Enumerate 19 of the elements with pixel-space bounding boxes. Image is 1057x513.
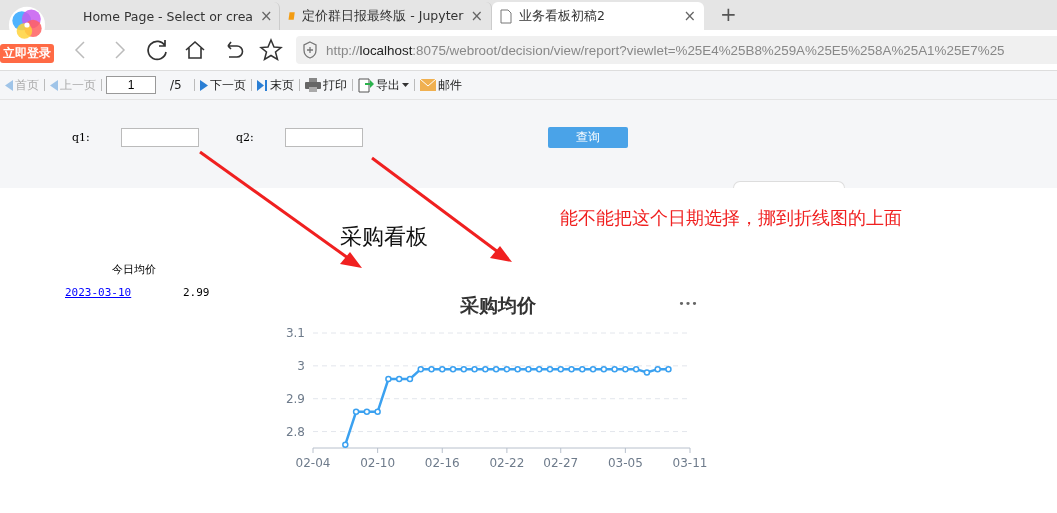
table-header: 今日均价 <box>111 262 157 277</box>
y-tick-label: 3.1 <box>285 326 305 340</box>
y-tick-label: 2.8 <box>285 424 305 439</box>
y-tick-label: 3 <box>297 358 305 373</box>
annotation-note: 能不能把这个日期选择，挪到折线图的上面 <box>560 206 902 230</box>
y-tick-label: 2.9 <box>285 391 305 406</box>
param-label: q2: <box>236 130 255 144</box>
x-tick-label: 02-16 <box>424 456 460 470</box>
chart-title: 采购均价 <box>460 294 536 316</box>
x-tick-label: 02-22 <box>489 456 525 470</box>
x-tick-label: 03-05 <box>607 456 643 470</box>
x-tick-label: 02-27 <box>543 456 579 470</box>
param-label: q1: <box>72 130 91 144</box>
x-tick-label: 02-10 <box>360 456 396 470</box>
x-tick-label: 03-11 <box>672 456 708 470</box>
page-total: /5 <box>170 78 182 92</box>
table-cell-text: 2.99 <box>183 286 211 299</box>
x-tick-label: 02-04 <box>295 456 331 470</box>
report-title: 采购看板 <box>340 223 428 251</box>
